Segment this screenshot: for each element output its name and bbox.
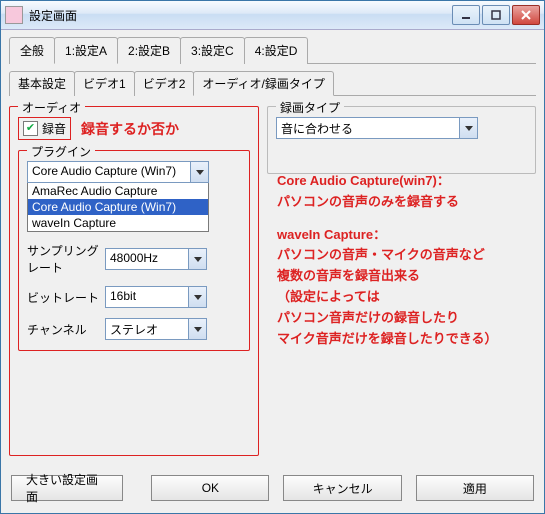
- annotation-text: Core Audio Capture(win7)： パソコンの音声のみを録音する…: [277, 171, 533, 349]
- rectype-value: 音に合わせる: [277, 118, 459, 138]
- cancel-button[interactable]: キャンセル: [283, 475, 401, 501]
- tab-setting-b[interactable]: 2:設定B: [117, 37, 181, 64]
- subtab-video1[interactable]: ビデオ1: [74, 71, 135, 96]
- bit-rate-label: ビットレート: [27, 289, 99, 306]
- tab-setting-c[interactable]: 3:設定C: [180, 37, 245, 64]
- plugin-list: AmaRec Audio Capture Core Audio Capture …: [27, 183, 209, 232]
- tab-setting-a[interactable]: 1:設定A: [54, 37, 118, 64]
- rectype-legend: 録画タイプ: [276, 99, 344, 116]
- close-button[interactable]: [512, 5, 540, 25]
- note-record: 録音するか否か: [81, 119, 179, 139]
- app-icon: [5, 6, 23, 24]
- dialog-footer: 大きい設定画面 OK キャンセル 適用: [11, 475, 534, 501]
- record-checkbox[interactable]: ✔ 録音: [18, 117, 71, 140]
- check-icon: ✔: [23, 121, 38, 136]
- plugin-fieldset: プラグイン Core Audio Capture (Win7) AmaRec A…: [18, 150, 250, 351]
- note-line: Core Audio Capture(win7)：: [277, 171, 533, 192]
- bit-rate-value: 16bit: [106, 287, 188, 307]
- rectype-combo[interactable]: 音に合わせる: [276, 117, 478, 139]
- plugin-value: Core Audio Capture (Win7): [28, 162, 190, 182]
- note-line: マイク音声だけを録音したりできる）: [277, 329, 533, 350]
- chevron-down-icon: [188, 249, 206, 269]
- minimize-button[interactable]: [452, 5, 480, 25]
- note-line: waveIn Capture：: [277, 225, 533, 246]
- channel-label: チャンネル: [27, 321, 99, 338]
- note-line: パソコンの音声のみを録音する: [277, 192, 533, 213]
- note-line: 複数の音声を録音出来る: [277, 266, 533, 287]
- list-item[interactable]: Core Audio Capture (Win7): [28, 199, 208, 215]
- subtab-audio-rectype[interactable]: オーディオ/録画タイプ: [193, 71, 334, 96]
- rectype-fieldset: 録画タイプ 音に合わせる: [267, 106, 536, 174]
- note-line: （設定によっては: [277, 287, 533, 308]
- audio-legend: オーディオ: [18, 99, 85, 116]
- chevron-down-icon: [190, 162, 208, 182]
- main-tabs: 全般 1:設定A 2:設定B 3:設定C 4:設定D: [9, 36, 536, 64]
- record-label: 録音: [42, 120, 66, 137]
- dialog-body: 全般 1:設定A 2:設定B 3:設定C 4:設定D 基本設定 ビデオ1 ビデオ…: [1, 30, 544, 464]
- bit-rate-combo[interactable]: 16bit: [105, 286, 207, 308]
- list-item[interactable]: AmaRec Audio Capture: [28, 183, 208, 199]
- channel-combo[interactable]: ステレオ: [105, 318, 207, 340]
- maximize-button[interactable]: [482, 5, 510, 25]
- chevron-down-icon: [188, 287, 206, 307]
- channel-value: ステレオ: [106, 319, 188, 339]
- tab-general[interactable]: 全般: [9, 37, 55, 64]
- ok-button[interactable]: OK: [151, 475, 269, 501]
- chevron-down-icon: [188, 319, 206, 339]
- list-item[interactable]: waveIn Capture: [28, 215, 208, 231]
- tab-setting-d[interactable]: 4:設定D: [244, 37, 309, 64]
- audio-fieldset: オーディオ ✔ 録音 録音するか否か プラグイン Core Audio Capt…: [9, 106, 259, 456]
- window-title: 設定画面: [29, 7, 450, 24]
- titlebar: 設定画面: [1, 1, 544, 30]
- note-line: パソコンの音声・マイクの音声など: [277, 245, 533, 266]
- subtab-video2[interactable]: ビデオ2: [134, 71, 195, 96]
- sample-rate-combo[interactable]: 48000Hz: [105, 248, 207, 270]
- sub-tabs: 基本設定 ビデオ1 ビデオ2 オーディオ/録画タイプ: [9, 70, 536, 96]
- sample-rate-label: サンプリングレート: [27, 242, 99, 276]
- apply-button[interactable]: 適用: [416, 475, 534, 501]
- chevron-down-icon: [459, 118, 477, 138]
- plugin-combo[interactable]: Core Audio Capture (Win7): [27, 161, 209, 183]
- sample-rate-value: 48000Hz: [106, 249, 188, 269]
- subtab-basic[interactable]: 基本設定: [9, 71, 75, 96]
- settings-window: 設定画面 全般 1:設定A 2:設定B 3:設定C 4:設定D 基本設定 ビデオ…: [0, 0, 545, 514]
- note-line: パソコン音声だけの録音したり: [277, 308, 533, 329]
- plugin-legend: プラグイン: [27, 143, 95, 160]
- large-settings-button[interactable]: 大きい設定画面: [11, 475, 123, 501]
